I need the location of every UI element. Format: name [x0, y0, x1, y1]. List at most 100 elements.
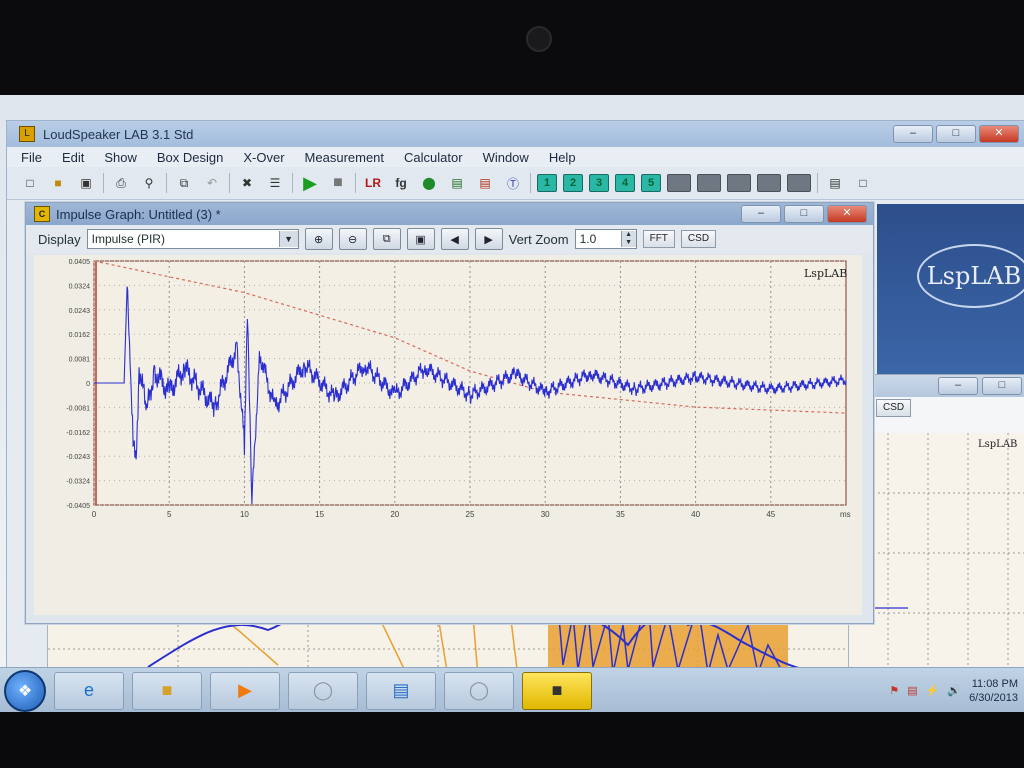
open-folder-icon[interactable]: ■: [47, 173, 69, 193]
scroll-right-icon[interactable]: ▶: [474, 228, 503, 250]
maximize-button[interactable]: □: [784, 205, 824, 223]
power-icon[interactable]: ⚡: [926, 684, 940, 697]
taskbar-disc-icon[interactable]: ◯: [288, 671, 358, 710]
minimize-button[interactable]: –: [938, 377, 978, 395]
start-button[interactable]: ❖: [4, 669, 46, 712]
toolbar-separator: [166, 173, 167, 193]
taskbar-loudspeaker-lab-icon[interactable]: ■: [522, 671, 592, 710]
monitor-bezel-bottom: [0, 712, 1024, 768]
menu-edit[interactable]: Edit: [62, 150, 84, 165]
toolbar-slot-2[interactable]: 2: [563, 174, 583, 192]
toolbar-slot-disabled[interactable]: [667, 174, 691, 192]
toolbar-slot-disabled[interactable]: [757, 174, 781, 192]
x-tick-label: 45: [766, 510, 775, 519]
display-select[interactable]: Impulse (PIR) ▼: [86, 229, 299, 249]
menu-file[interactable]: File: [21, 150, 42, 165]
toolbar-slot-5[interactable]: 5: [641, 174, 661, 192]
y-tick-label: 0.0243: [69, 308, 91, 315]
fft-button[interactable]: FFT: [642, 230, 675, 248]
background-logo-panel: LspLAB: [877, 204, 1024, 374]
lsplab-logo: LspLAB: [917, 244, 1024, 308]
menu-bar: File Edit Show Box Design X-Over Measure…: [7, 147, 1024, 167]
menu-calculator[interactable]: Calculator: [404, 150, 463, 165]
sliders-icon[interactable]: ☰: [264, 173, 286, 193]
green-circle-icon[interactable]: ⬤: [418, 173, 440, 193]
y-tick-label: -0.0243: [66, 454, 90, 461]
taskbar-media-player-icon[interactable]: ▶: [210, 671, 280, 710]
display-select-value: Impulse (PIR): [91, 232, 165, 246]
toolbar-slot-4[interactable]: 4: [615, 174, 635, 192]
graph-green-icon[interactable]: ▤: [446, 173, 468, 193]
taskbar-folder-icon[interactable]: ■: [132, 671, 202, 710]
toolbar-slot-3[interactable]: 3: [589, 174, 609, 192]
layout-icon[interactable]: □: [852, 173, 874, 193]
y-tick-label: -0.0405: [66, 503, 90, 510]
y-tick-label: -0.0162: [66, 430, 90, 437]
impulse-window-title-bar: C Impulse Graph: Untitled (3) * – □ ✕: [26, 203, 873, 225]
stop-icon[interactable]: ■: [327, 173, 349, 193]
play-icon[interactable]: ▶: [299, 173, 321, 193]
clock-date: 6/30/2013: [969, 691, 1018, 704]
undo-icon[interactable]: ↶: [201, 173, 223, 193]
print-preview-icon[interactable]: ⚲: [138, 173, 160, 193]
scroll-left-icon[interactable]: ◀: [440, 228, 469, 250]
toolbar-slot-disabled[interactable]: [787, 174, 811, 192]
menu-show[interactable]: Show: [104, 150, 137, 165]
secondary-plot: LspLAB: [848, 433, 1024, 673]
minimize-button[interactable]: –: [741, 205, 781, 223]
taskbar-ie-icon[interactable]: e: [54, 671, 124, 710]
menu-box-design[interactable]: Box Design: [157, 150, 223, 165]
menu-x-over[interactable]: X-Over: [243, 150, 284, 165]
y-tick-label: 0.0081: [69, 357, 91, 364]
app-logo-icon: L: [19, 126, 35, 142]
network-icon[interactable]: ▤: [907, 684, 917, 697]
menu-measurement[interactable]: Measurement: [305, 150, 384, 165]
volume-icon[interactable]: 🔊: [947, 684, 961, 697]
vert-zoom-input[interactable]: 1.0 ▲ ▼: [574, 229, 637, 249]
copy-icon[interactable]: ⧉: [173, 173, 195, 193]
close-button[interactable]: ✕: [979, 125, 1019, 143]
tools-icon[interactable]: ✖: [236, 173, 258, 193]
zoom-fit-icon[interactable]: ⧉: [372, 228, 401, 250]
new-file-icon[interactable]: □: [19, 173, 41, 193]
fg-icon[interactable]: fg: [390, 173, 412, 193]
v-circle-icon[interactable]: Ⓣ: [502, 173, 524, 193]
menu-window[interactable]: Window: [483, 150, 529, 165]
x-tick-label: 10: [240, 510, 249, 519]
impulse-window-controls: – □ ✕: [741, 205, 867, 223]
zoom-out-icon[interactable]: ⊖: [338, 228, 367, 250]
print-icon[interactable]: ⎙: [110, 173, 132, 193]
monitor-bezel-top: [0, 0, 1024, 95]
close-button[interactable]: ✕: [827, 205, 867, 223]
save-icon[interactable]: ▣: [75, 173, 97, 193]
clock-time: 11:08 PM: [971, 677, 1018, 690]
taskbar-disc-icon[interactable]: ◯: [444, 671, 514, 710]
x-tick-label: 15: [315, 510, 324, 519]
system-tray: ⚑ ▤ ⚡ 🔊 11:08 PM 6/30/2013: [889, 677, 1018, 705]
toolbar-separator: [530, 173, 531, 193]
flag-icon[interactable]: ⚑: [889, 684, 899, 697]
csd-button[interactable]: CSD: [876, 399, 912, 417]
csd-button[interactable]: CSD: [680, 230, 717, 248]
x-tick-label: 5: [167, 510, 172, 519]
zoom-in-icon[interactable]: ⊕: [304, 228, 333, 250]
menu-help[interactable]: Help: [549, 150, 576, 165]
graph-red-icon[interactable]: ▤: [474, 173, 496, 193]
maximize-button[interactable]: □: [936, 125, 976, 143]
spinner-icon[interactable]: ▲ ▼: [620, 231, 636, 247]
screen: L LoudSpeaker LAB 3.1 Std – □ ✕ File Edi…: [0, 95, 1024, 712]
minimize-button[interactable]: –: [893, 125, 933, 143]
lr-icon[interactable]: LR: [362, 173, 384, 193]
y-tick-label: 0.0405: [69, 259, 91, 266]
toolbar-slot-disabled[interactable]: [697, 174, 721, 192]
zoom-box-icon[interactable]: ▣: [406, 228, 435, 250]
secondary-plot-watermark: LspLAB: [978, 439, 1017, 450]
toolbar-slot-disabled[interactable]: [727, 174, 751, 192]
impulse-chart: 0 5 10 15 20 25 30 35 40 45 ms 0.0405 0.0324 0.0243 0.…: [66, 259, 850, 519]
maximize-button[interactable]: □: [982, 377, 1022, 395]
toolbar-slot-1[interactable]: 1: [537, 174, 557, 192]
impulse-graph-window: C Impulse Graph: Untitled (3) * – □ ✕ Di…: [25, 202, 874, 624]
taskbar-control-panel-icon[interactable]: ▤: [366, 671, 436, 710]
clock[interactable]: 11:08 PM 6/30/2013: [969, 677, 1018, 705]
layout-icon[interactable]: ▤: [824, 173, 846, 193]
